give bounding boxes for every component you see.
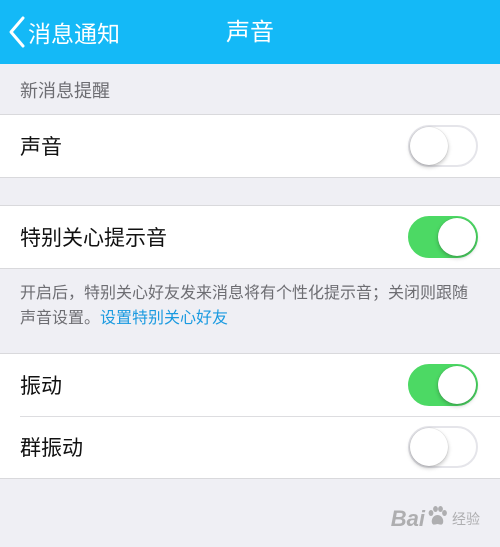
toggle-knob: [410, 428, 448, 466]
special-tone-row: 特别关心提示音: [0, 206, 500, 268]
sound-group: 声音: [0, 114, 500, 178]
sound-label: 声音: [20, 135, 62, 159]
special-tone-toggle[interactable]: [408, 216, 478, 258]
vibrate-toggle[interactable]: [408, 364, 478, 406]
toggle-knob: [438, 366, 476, 404]
toggle-knob: [438, 218, 476, 256]
set-special-friends-link[interactable]: 设置特别关心好友: [100, 308, 228, 327]
paw-icon: [426, 505, 448, 533]
vibrate-group: 振动 群振动: [0, 353, 500, 479]
vibrate-label: 振动: [20, 374, 62, 398]
sound-row: 声音: [0, 115, 500, 177]
toggle-knob: [410, 127, 448, 165]
special-tone-label: 特别关心提示音: [20, 226, 167, 250]
special-tone-group: 特别关心提示音: [0, 205, 500, 269]
section-header: 新消息提醒: [20, 81, 110, 102]
vibrate-row: 振动: [0, 354, 500, 416]
navigation-bar: 消息通知 声音: [0, 0, 500, 64]
baidu-watermark: Bai 经验: [390, 505, 480, 533]
special-tone-note: 开启后，特别关心好友发来消息将有个性化提示音；关闭则跟随声音设置。设置特别关心好…: [20, 280, 482, 330]
group-vibrate-toggle[interactable]: [408, 426, 478, 468]
sound-toggle[interactable]: [408, 125, 478, 167]
group-vibrate-row: 群振动: [0, 416, 500, 478]
group-vibrate-label: 群振动: [20, 436, 83, 460]
page-title: 声音: [226, 18, 274, 46]
note-text: 开启后，特别关心好友发来消息将有个性化提示音；关闭则跟随声音设置。: [20, 283, 469, 327]
